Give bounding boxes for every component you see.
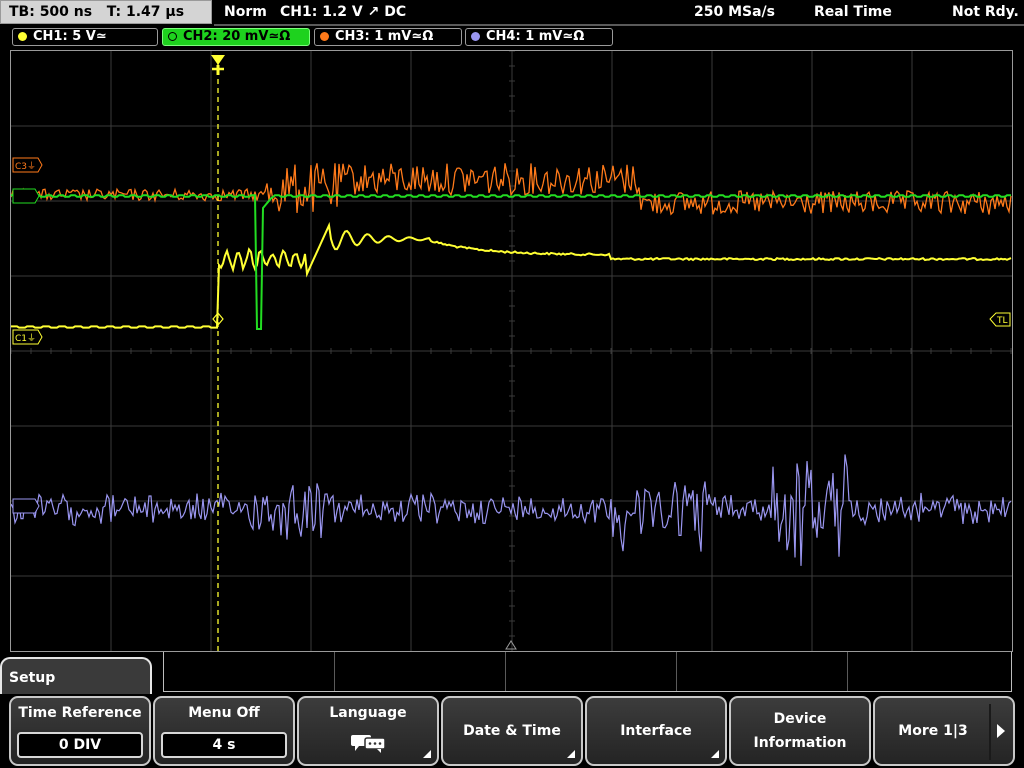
info-strip xyxy=(163,652,1012,692)
trigger-time-label: T: 1.47 µs xyxy=(106,4,185,20)
waveform-canvas[interactable]: C3⏚ C1⏚ TL xyxy=(11,51,1012,651)
menu-off-value: 4 s xyxy=(161,732,287,758)
timebase-label: TB: 500 ns xyxy=(9,4,93,20)
softkey-label: Date & Time xyxy=(463,723,561,739)
softkey-label: More 1|3 xyxy=(898,723,968,739)
channel-tab-label: CH1: 5 V≃ xyxy=(33,29,107,44)
trigger-mode[interactable]: Norm xyxy=(224,0,267,24)
strip-divider xyxy=(505,652,506,691)
submenu-corner-icon xyxy=(711,750,719,758)
status-divider xyxy=(214,24,1024,26)
ch2-color-dot-icon xyxy=(168,32,177,41)
horizontal-center-marker-icon xyxy=(505,640,517,650)
acquisition-state: Not Rdy. xyxy=(952,4,1019,20)
channel-tab-ch1[interactable]: CH1: 5 V≃ xyxy=(12,28,158,46)
acquisition-mode: Real Time xyxy=(814,4,892,20)
strip-divider xyxy=(334,652,335,691)
channel-tab-label: CH4: 1 mV≃Ω xyxy=(486,29,585,44)
submenu-corner-icon xyxy=(423,750,431,758)
channel-tab-label: CH3: 1 mV≃Ω xyxy=(335,29,434,44)
softkey-label: Language xyxy=(329,705,407,721)
time-reference-value: 0 DIV xyxy=(17,732,143,758)
menu-off-button[interactable]: Menu Off 4 s xyxy=(153,696,295,766)
ch3-marker-label: C3⏚ xyxy=(15,161,36,172)
device-information-button[interactable]: Device Information xyxy=(729,696,871,766)
ch1-marker-label: C1⏚ xyxy=(15,333,36,344)
next-page-arrow-icon xyxy=(997,724,1005,738)
softkey-label-line2: Information xyxy=(753,735,847,751)
speech-bubbles-icon xyxy=(351,735,386,753)
ch4-color-dot-icon xyxy=(471,32,480,41)
channel-tab-ch2[interactable]: CH2: 20 mV≃Ω xyxy=(162,28,310,46)
more-separator xyxy=(989,704,991,760)
ch3-color-dot-icon xyxy=(320,32,329,41)
channel-tab-label: CH2: 20 mV≃Ω xyxy=(183,29,291,44)
trigger-position-marker-icon xyxy=(211,55,225,75)
ch2-trace xyxy=(11,194,1011,330)
ch1-color-dot-icon xyxy=(18,32,27,41)
softkey-label: Menu Off xyxy=(188,705,260,721)
strip-divider xyxy=(676,652,677,691)
graticule-grid xyxy=(11,51,1012,651)
trigger-level-label: TL xyxy=(996,316,1008,326)
language-button[interactable]: Language xyxy=(297,696,439,766)
softkey-label: Time Reference xyxy=(18,705,142,721)
ch4-offset-marker xyxy=(12,498,40,514)
softkey-label-line1: Device xyxy=(773,711,827,727)
interface-button[interactable]: Interface xyxy=(585,696,727,766)
strip-divider xyxy=(847,652,848,691)
trigger-level-marker: TL xyxy=(989,312,1011,327)
date-time-button[interactable]: Date & Time xyxy=(441,696,583,766)
time-reference-button[interactable]: Time Reference 0 DIV xyxy=(9,696,151,766)
submenu-corner-icon xyxy=(567,750,575,758)
ch3-offset-marker: C3⏚ xyxy=(12,157,43,173)
channel-tab-ch4[interactable]: CH4: 1 mV≃Ω xyxy=(465,28,613,46)
sample-rate: 250 MSa/s xyxy=(694,4,776,20)
more-button[interactable]: More 1|3 xyxy=(873,696,1015,766)
menu-title: Setup xyxy=(9,670,56,686)
softkey-label: Interface xyxy=(620,723,692,739)
status-bar: TB: 500 ns T: 1.47 µs Norm CH1: 1.2 V ↗ … xyxy=(0,0,1024,26)
channel-tab-ch3[interactable]: CH3: 1 mV≃Ω xyxy=(314,28,462,46)
ch1-offset-marker: C1⏚ xyxy=(12,329,43,345)
menu-title-tab: Setup xyxy=(0,657,152,697)
trigger-info[interactable]: CH1: 1.2 V ↗ DC xyxy=(280,0,406,24)
timebase-box[interactable]: TB: 500 ns T: 1.47 µs xyxy=(0,0,212,24)
waveform-display[interactable]: C3⏚ C1⏚ TL xyxy=(10,50,1013,652)
ch2-offset-marker xyxy=(12,188,40,204)
